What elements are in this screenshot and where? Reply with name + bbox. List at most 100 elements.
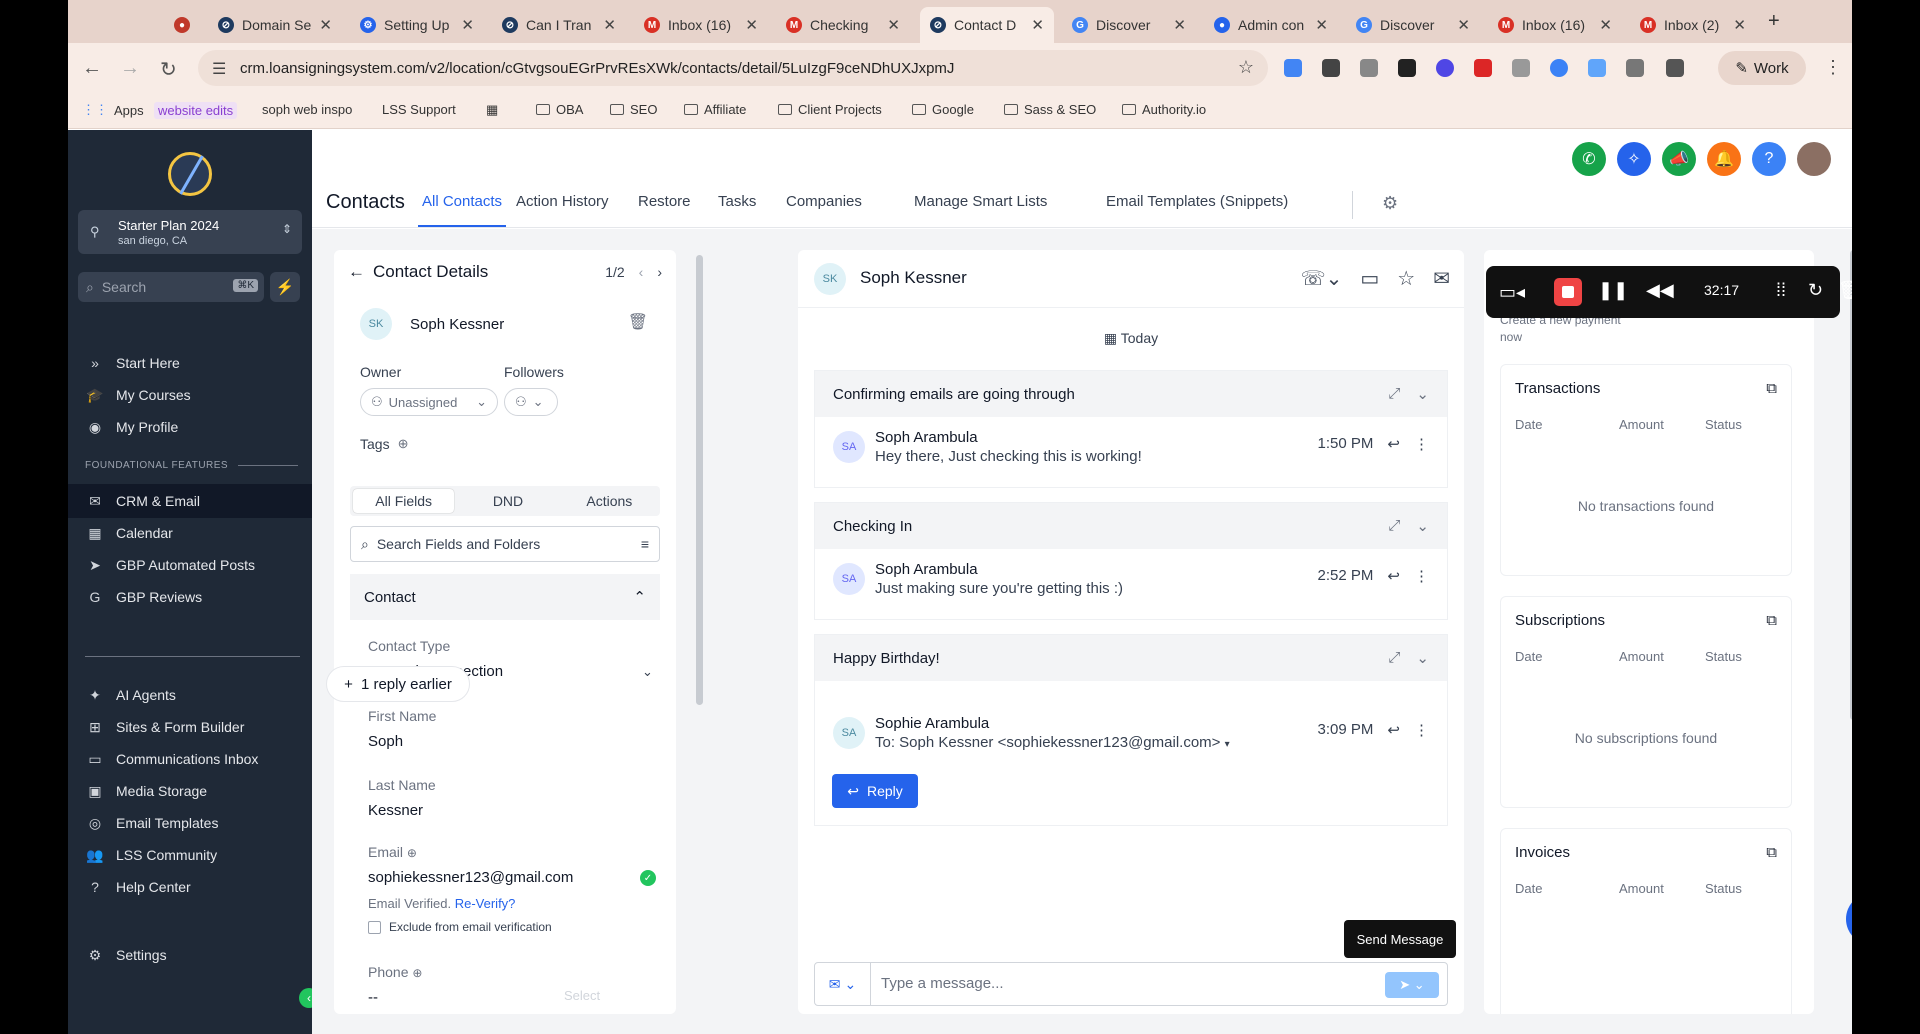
bookmark-lss-support[interactable]: LSS Support <box>382 102 456 117</box>
field-value[interactable]: Soph <box>368 733 436 750</box>
phone-icon[interactable]: ✆ <box>1572 142 1606 176</box>
extension-icon[interactable] <box>1398 59 1416 77</box>
back-arrow-icon[interactable]: ← <box>348 262 365 282</box>
external-link-icon[interactable]: ⧉ <box>1766 612 1777 629</box>
external-link-icon[interactable]: ⧉ <box>1766 844 1777 861</box>
tab-actions[interactable]: Actions <box>559 486 660 516</box>
field-value[interactable]: Kessner <box>368 802 436 819</box>
restart-icon[interactable]: ↻ <box>1808 280 1823 301</box>
chevron-down-icon[interactable]: ⌄ <box>1416 649 1429 667</box>
caret-down-icon[interactable]: ▾ <box>1225 739 1230 750</box>
close-icon[interactable]: ✕ <box>1309 16 1328 34</box>
add-tag-icon[interactable]: ⊕ <box>398 436 409 452</box>
tab-inbox-2[interactable]: M Inbox (2) ✕ <box>1630 7 1756 43</box>
tab-dnd[interactable]: DND <box>457 486 558 516</box>
owner-select[interactable]: ⚇ Unassigned ⌄ <box>360 388 498 416</box>
reply-button[interactable]: ↩ Reply <box>832 774 918 808</box>
new-tab-icon[interactable]: + <box>1768 10 1780 33</box>
delete-icon[interactable]: 🗑 <box>1838 280 1852 301</box>
close-icon[interactable]: ✕ <box>739 16 758 34</box>
tab-all-fields[interactable]: All Fields <box>353 489 455 513</box>
extension-icon[interactable] <box>1322 59 1340 77</box>
gear-icon[interactable]: ⚙ <box>1382 193 1398 214</box>
tab-restore[interactable]: Restore <box>638 193 691 210</box>
sidebar-item-communications-inbox[interactable]: ▭ Communications Inbox <box>68 742 312 776</box>
extension-icon[interactable] <box>1474 59 1492 77</box>
magic-wand-icon[interactable]: ✧ <box>1617 142 1651 176</box>
sidebar-item-help-center[interactable]: ? Help Center <box>68 870 312 904</box>
grid-dots-icon[interactable]: ⁞⁞ <box>1776 280 1786 301</box>
folder-icon[interactable]: ▭ <box>1360 266 1379 291</box>
tab-email-templates[interactable]: Email Templates (Snippets) <box>1106 193 1288 210</box>
add-phone-icon[interactable]: ⊕ <box>412 966 422 980</box>
site-settings-icon[interactable]: ☰ <box>212 59 226 79</box>
thread-header[interactable]: Confirming emails are going through ⤢ ⌄ <box>815 371 1447 417</box>
tab-checking[interactable]: M Checking ✕ <box>776 7 910 43</box>
tab-all-contacts[interactable]: All Contacts <box>417 193 507 227</box>
close-icon[interactable]: ✕ <box>455 16 474 34</box>
tab-inbox-16b[interactable]: M Inbox (16) ✕ <box>1488 7 1622 43</box>
avatar[interactable] <box>1797 142 1831 176</box>
sidebar-item-email-templates[interactable]: ◎ Email Templates <box>68 806 312 840</box>
quick-action-bolt-icon[interactable]: ⚡ <box>270 272 300 302</box>
trash-icon[interactable]: 🗑 <box>628 312 648 332</box>
sidebar-search[interactable]: ⌕ Search ⌘K <box>78 272 264 302</box>
call-headset-icon[interactable]: ☏⌄ <box>1301 266 1343 291</box>
close-icon[interactable]: ✕ <box>597 16 616 34</box>
pause-icon[interactable]: ❚❚ <box>1598 280 1628 301</box>
tab-manage-smart-lists[interactable]: Manage Smart Lists <box>914 193 1047 210</box>
filter-icon[interactable]: ≡ <box>641 536 649 552</box>
rewind-icon[interactable]: ◀◀ <box>1646 280 1674 301</box>
sidebar-item-crm-email[interactable]: ✉ CRM & Email <box>68 484 312 518</box>
camera-icon[interactable]: ▭◂ <box>1486 266 1538 318</box>
thread-header[interactable]: Happy Birthday! ⤢ ⌄ <box>815 635 1447 681</box>
url-bar[interactable]: ☰ crm.loansigningsystem.com/v2/location/… <box>198 50 1268 86</box>
scrollbar[interactable] <box>696 255 703 705</box>
chevron-down-icon[interactable]: ⌄ <box>642 664 653 680</box>
message-row[interactable]: SA Sophie Arambula To: Soph Kessner <sop… <box>815 703 1447 773</box>
plan-switcher[interactable]: ⚲ Starter Plan 2024 san diego, CA ⇕ <box>78 210 302 254</box>
more-kebab-icon[interactable]: ⋮ <box>1414 567 1429 585</box>
sidebar-item-gbp-reviews[interactable]: G GBP Reviews <box>68 580 312 614</box>
reload-icon[interactable]: ↻ <box>160 57 177 82</box>
sidebar-item-lss-community[interactable]: 👥 LSS Community <box>68 838 312 872</box>
sidebar-item-calendar[interactable]: ▦ Calendar <box>68 516 312 550</box>
sidebar-item-my-profile[interactable]: ◉ My Profile <box>68 410 312 444</box>
close-icon[interactable]: ✕ <box>881 16 900 34</box>
extensions-puzzle-icon[interactable] <box>1626 59 1644 77</box>
bookmark-folder-seo[interactable]: SEO <box>610 102 657 117</box>
tab-action-history[interactable]: Action History <box>516 193 609 210</box>
sidebar-item-media-storage[interactable]: ▣ Media Storage <box>68 774 312 808</box>
contact-section-header[interactable]: Contact ⌃ <box>350 574 660 620</box>
close-icon[interactable]: ✕ <box>1025 16 1044 34</box>
more-kebab-icon[interactable]: ⋮ <box>1414 435 1429 453</box>
tab-discover[interactable]: G Discover ✕ <box>1062 7 1196 43</box>
mail-icon[interactable]: ✉ <box>1433 266 1450 291</box>
stop-record-button[interactable] <box>1554 278 1582 306</box>
expand-icon[interactable]: ⤢ <box>1388 649 1400 667</box>
bookmark-website-edits[interactable]: website edits <box>154 102 238 119</box>
send-button[interactable]: ➤ ⌄ <box>1385 972 1439 998</box>
tab-domain[interactable]: ⊘ Domain Se ✕ <box>208 7 342 43</box>
exclude-checkbox[interactable] <box>368 920 381 934</box>
message-input[interactable]: Type a message... <box>881 975 1004 992</box>
sidebar-item-sites-forms[interactable]: ⊞ Sites & Form Builder <box>68 710 312 744</box>
sidebar-item-start-here[interactable]: » Start Here <box>68 346 312 380</box>
tab-setting-up[interactable]: ⚙ Setting Up ✕ <box>350 7 484 43</box>
close-icon[interactable]: ✕ <box>1451 16 1470 34</box>
close-icon[interactable]: ✕ <box>1727 16 1746 34</box>
message-row[interactable]: SA Soph Arambula Just making sure you're… <box>815 549 1447 619</box>
field-value[interactable]: -- <box>368 989 658 1006</box>
extension-icon[interactable] <box>1512 59 1530 77</box>
bookmark-folder-google[interactable]: Google <box>912 102 974 117</box>
reverify-link[interactable]: Re-Verify? <box>455 896 516 911</box>
external-link-icon[interactable]: ⧉ <box>1766 380 1777 397</box>
extension-icon[interactable] <box>1588 59 1606 77</box>
message-row[interactable]: SA Soph Arambula Hey there, Just checkin… <box>815 417 1447 487</box>
forward-icon[interactable]: → <box>120 57 140 80</box>
field-value[interactable]: sophiekessner123@gmail.com <box>368 869 658 886</box>
more-kebab-icon[interactable]: ⋮ <box>1414 721 1429 739</box>
grid-icon[interactable]: ▦ <box>486 102 498 118</box>
bookmark-star-icon[interactable]: ☆ <box>1238 57 1254 78</box>
close-icon[interactable]: ✕ <box>1167 16 1186 34</box>
